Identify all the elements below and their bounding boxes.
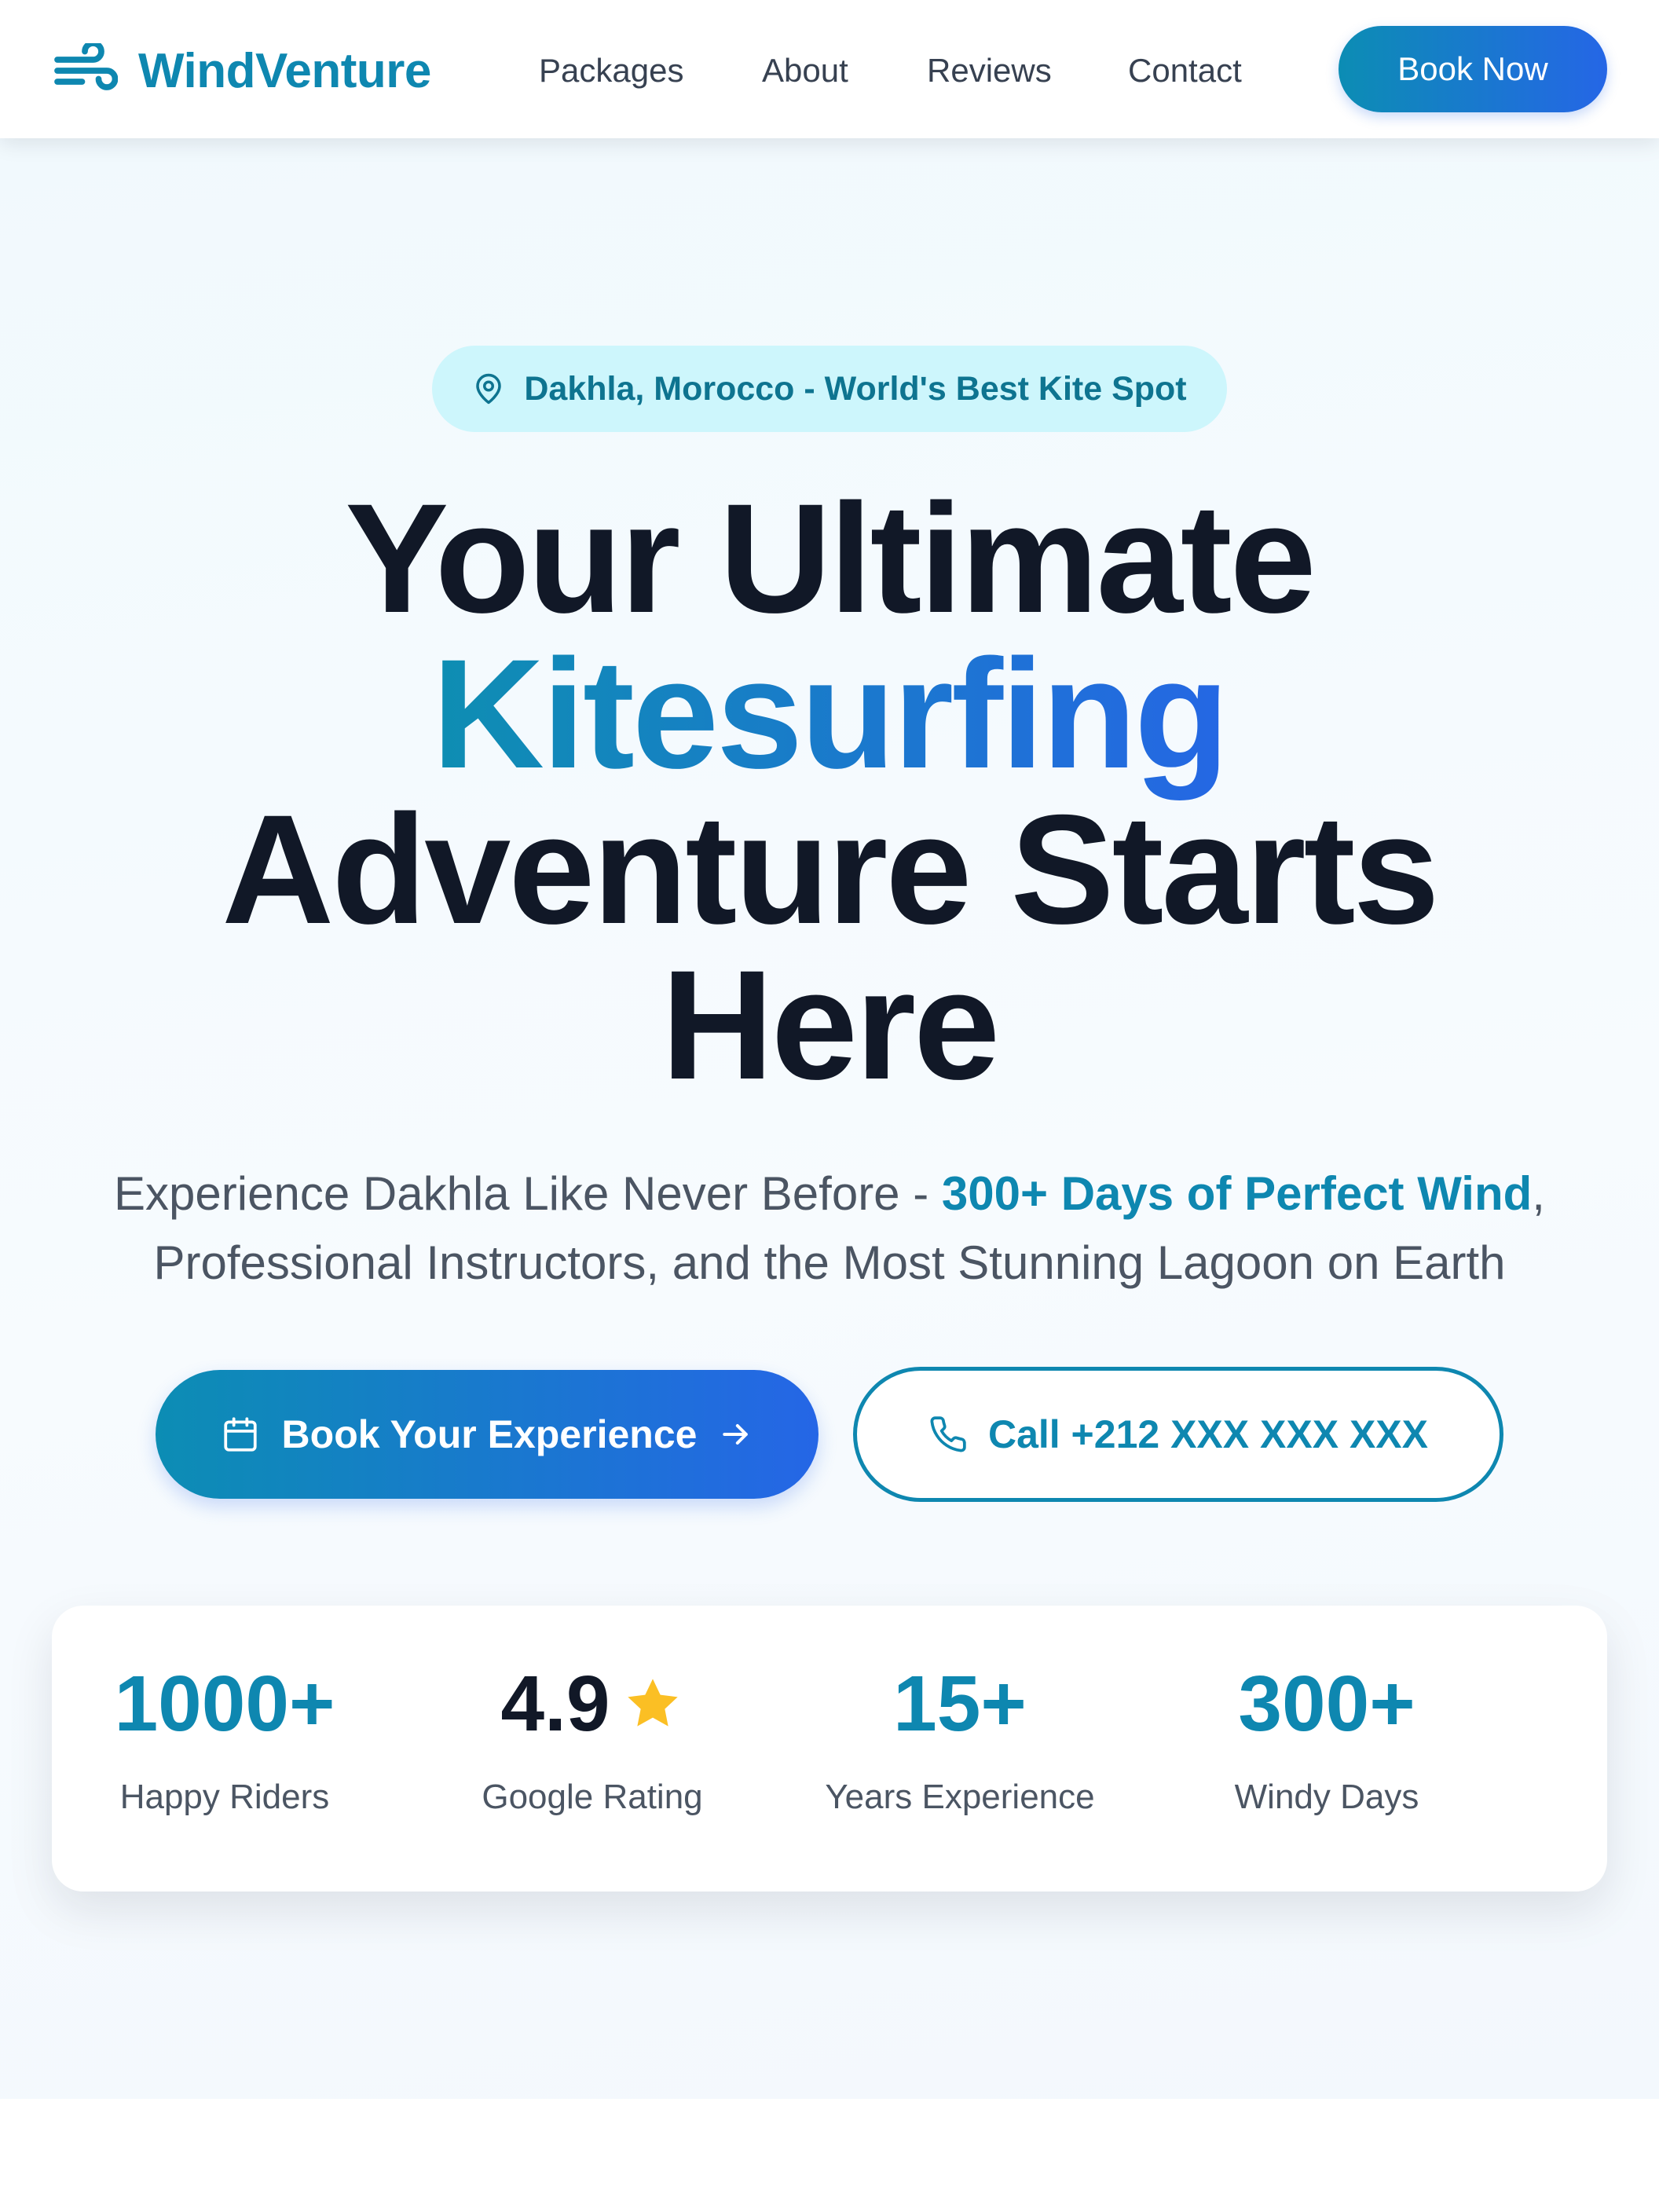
stat-label: Happy Riders (119, 1778, 330, 1816)
headline-highlight: Kitesurfing (431, 627, 1229, 800)
stat-label: Google Rating (482, 1778, 703, 1816)
stat-value: 300+ (1238, 1660, 1415, 1748)
nav-link-packages[interactable]: Packages (539, 46, 683, 96)
headline-line-3: Adventure Starts (222, 782, 1439, 956)
headline-line-1: Your Ultimate (345, 471, 1317, 645)
book-experience-label: Book Your Experience (281, 1412, 698, 1456)
stat-value: 15+ (893, 1660, 1027, 1748)
book-now-button[interactable]: Book Now (1339, 26, 1607, 112)
location-badge: Dakhla, Morocco - World's Best Kite Spot (432, 346, 1227, 432)
arrow-right-icon (723, 1423, 749, 1445)
call-button[interactable]: Call +212 XXX XXX XXX (853, 1367, 1503, 1502)
call-button-label: Call +212 XXX XXX XXX (987, 1412, 1429, 1456)
nav-link-reviews[interactable]: Reviews (927, 46, 1052, 96)
star-icon (627, 1679, 678, 1727)
subtitle-highlight: 300+ Days of Perfect Wind (941, 1167, 1533, 1220)
stat-value: 1000+ (114, 1660, 335, 1748)
stat-label: Years Experience (825, 1778, 1095, 1816)
subtitle-text-start: Experience Dakhla Like Never Before - (114, 1167, 942, 1220)
hero-headline: Your Ultimate Kitesurfing Adventure Star… (0, 481, 1659, 1103)
stat-google-rating: 4.9 Google Rating (419, 1606, 765, 1892)
stats-card: 1000+ Happy Riders 4.9 Google Rating 15+… (52, 1606, 1607, 1892)
calendar-icon (223, 1417, 257, 1452)
map-pin-icon (476, 373, 502, 405)
location-badge-text: Dakhla, Morocco - World's Best Kite Spot (524, 369, 1187, 408)
stat-value-row: 4.9 (419, 1661, 765, 1747)
stat-windy-days: 300+ Windy Days (1154, 1606, 1500, 1892)
stat-value: 4.9 (500, 1660, 610, 1748)
stat-years-experience: 15+ Years Experience (787, 1606, 1133, 1892)
headline-line-4: Here (661, 938, 1000, 1111)
stat-happy-riders: 1000+ Happy Riders (52, 1606, 397, 1892)
stat-label: Windy Days (1234, 1778, 1419, 1816)
nav-link-contact[interactable]: Contact (1128, 46, 1242, 96)
hero-subtitle: Experience Dakhla Like Never Before - 30… (44, 1159, 1615, 1298)
phone-icon (930, 1416, 966, 1452)
top-navbar: WindVenture Packages About Reviews Conta… (0, 0, 1659, 138)
book-experience-button[interactable]: Book Your Experience (156, 1370, 819, 1499)
hero-section: Dakhla, Morocco - World's Best Kite Spot… (0, 138, 1659, 2099)
nav-link-about[interactable]: About (762, 46, 848, 96)
